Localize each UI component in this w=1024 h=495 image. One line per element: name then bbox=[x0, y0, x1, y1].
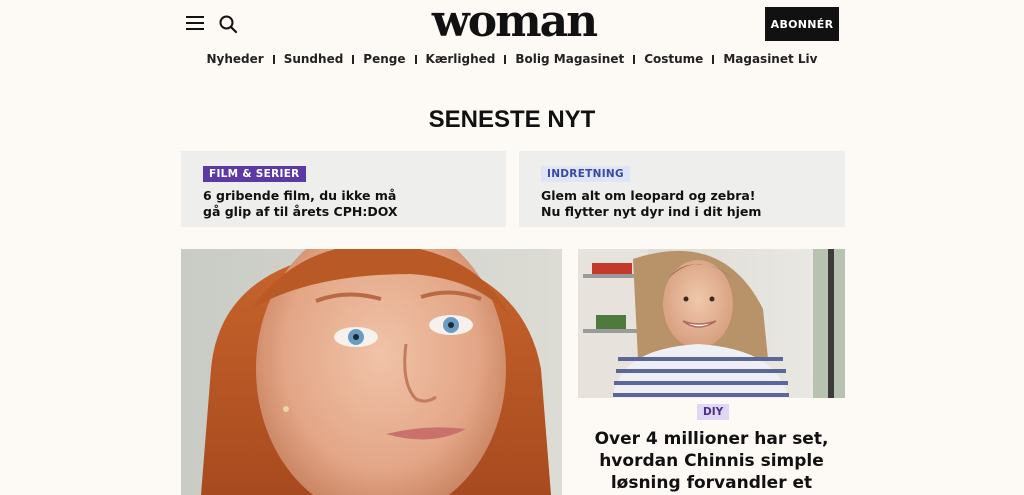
category-tag[interactable]: DIY bbox=[697, 404, 730, 420]
article-title-line: 6 gribende film, du ikke må bbox=[203, 188, 397, 203]
section-title: SENESTE NYT bbox=[428, 106, 596, 133]
nav-item-kaerlighed[interactable]: Kærlighed bbox=[426, 52, 496, 66]
main-nav: Nyheder Sundhed Penge Kærlighed Bolig Ma… bbox=[0, 50, 1024, 68]
site-header: woman ABONNÉR bbox=[0, 0, 1024, 50]
nav-divider bbox=[414, 54, 417, 64]
category-tag[interactable]: FILM & SERIER bbox=[203, 166, 306, 182]
site-logo[interactable]: woman bbox=[408, 0, 620, 50]
article-image[interactable] bbox=[578, 249, 845, 398]
nav-item-costume[interactable]: Costume bbox=[644, 52, 703, 66]
article-title-line: gå glip af til årets CPH:DOX bbox=[203, 204, 398, 219]
hamburger-menu-icon[interactable] bbox=[186, 15, 204, 31]
article-card-indretning[interactable]: INDRETNING Glem alt om leopard og zebra!… bbox=[519, 151, 845, 227]
article-title-line: Glem alt om leopard og zebra! bbox=[541, 188, 756, 203]
article-card-film[interactable]: FILM & SERIER 6 gribende film, du ikke m… bbox=[181, 151, 506, 227]
nav-divider bbox=[272, 54, 275, 64]
nav-divider bbox=[352, 54, 355, 64]
article-headline[interactable]: Over 4 millioner har set, hvordan Chinni… bbox=[578, 428, 845, 494]
subscribe-button[interactable]: ABONNÉR bbox=[765, 7, 839, 41]
nav-item-bolig-magasinet[interactable]: Bolig Magasinet bbox=[515, 52, 624, 66]
article-title-line: Nu flytter nyt dyr ind i dit hjem bbox=[541, 204, 762, 219]
nav-divider bbox=[504, 54, 507, 64]
nav-divider bbox=[633, 54, 636, 64]
article-title[interactable]: 6 gribende film, du ikke må gå glip af t… bbox=[203, 188, 484, 220]
headline-line: løsning forvandler et bbox=[610, 473, 813, 493]
nav-divider bbox=[712, 54, 715, 64]
headline-line: Over 4 millioner har set, bbox=[594, 429, 829, 449]
nav-item-nyheder[interactable]: Nyheder bbox=[207, 52, 264, 66]
article-title[interactable]: Glem alt om leopard og zebra! Nu flytter… bbox=[541, 188, 823, 220]
featured-article-image[interactable] bbox=[181, 249, 562, 495]
category-tag[interactable]: INDRETNING bbox=[541, 166, 630, 182]
nav-item-penge[interactable]: Penge bbox=[363, 52, 405, 66]
nav-item-magasinet-liv[interactable]: Magasinet Liv bbox=[723, 52, 817, 66]
search-icon[interactable] bbox=[218, 14, 238, 34]
nav-item-sundhed[interactable]: Sundhed bbox=[284, 52, 344, 66]
headline-line: hvordan Chinnis simple bbox=[599, 451, 824, 471]
